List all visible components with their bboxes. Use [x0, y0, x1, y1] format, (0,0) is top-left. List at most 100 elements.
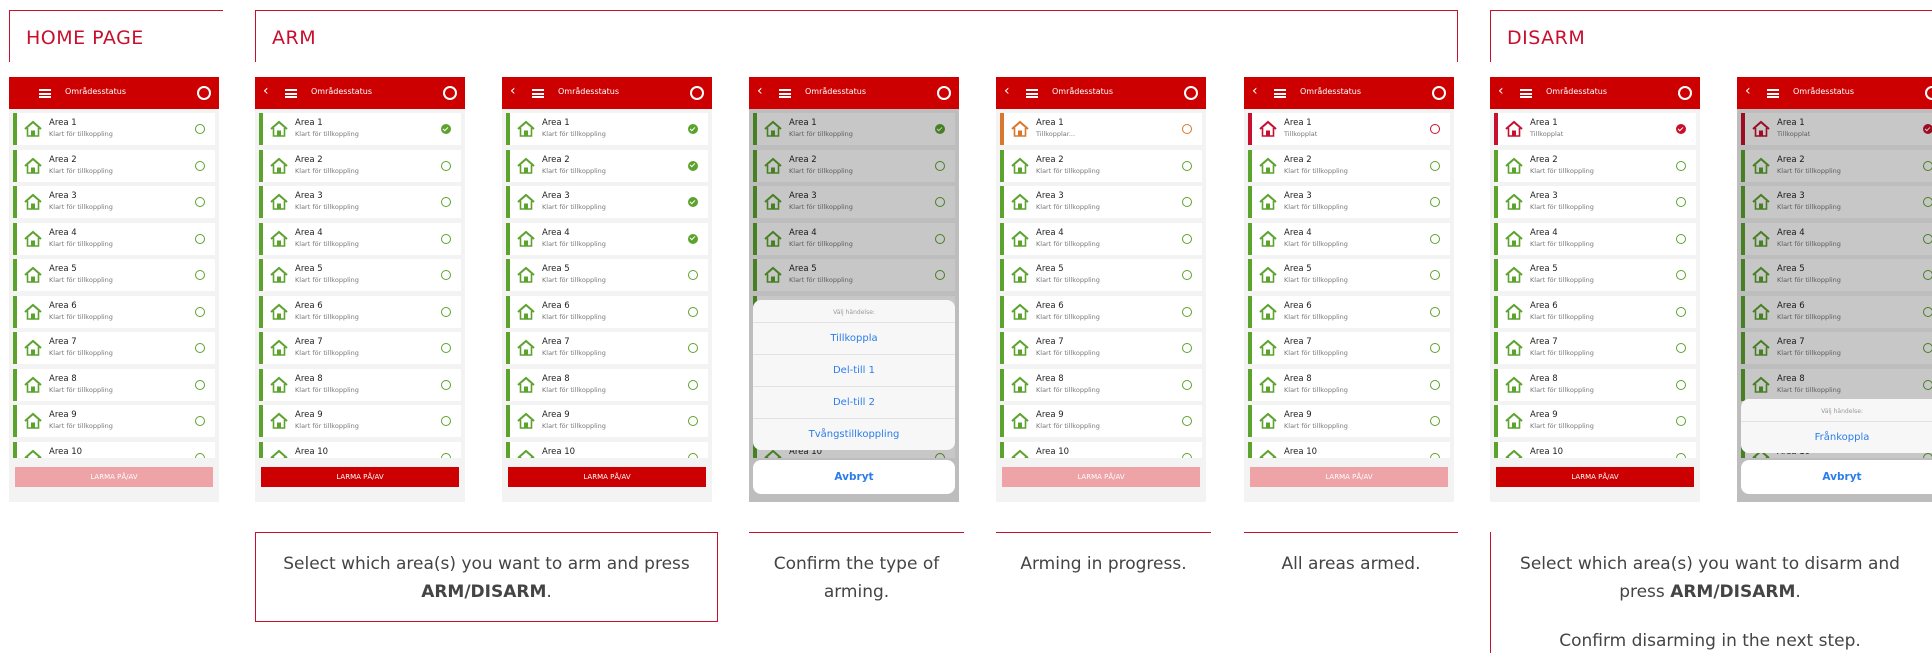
area-row[interactable]: Area 5 Klart för tillkoppling [1494, 259, 1696, 291]
area-row[interactable]: Area 3 Klart för tillkoppling [1248, 186, 1450, 218]
back-icon[interactable]: ‹ [1498, 83, 1504, 99]
area-select-indicator[interactable] [688, 233, 698, 244]
area-select-indicator[interactable] [688, 416, 698, 426]
area-row[interactable]: Area 8Klart för tillkoppling [1494, 368, 1696, 401]
area-select-indicator[interactable] [1676, 160, 1686, 171]
status-ring-icon[interactable] [1678, 86, 1692, 100]
area-select-indicator[interactable] [195, 343, 205, 353]
area-row[interactable]: Area 6Klart för tillkoppling [1248, 295, 1450, 328]
area-row[interactable]: Area 1 Klart för tillkoppling [13, 113, 215, 145]
area-row[interactable]: Area 8Klart för tillkoppling [1000, 368, 1202, 401]
area-row[interactable]: Area 3 Klart för tillkoppling [1494, 186, 1696, 218]
sheet-option[interactable]: Frånkoppla [1741, 421, 1932, 453]
area-select-indicator[interactable] [1430, 270, 1440, 280]
area-select-indicator[interactable] [1676, 270, 1686, 280]
status-ring-icon[interactable] [197, 86, 211, 100]
area-select-indicator[interactable] [441, 197, 451, 207]
area-select-indicator[interactable] [441, 160, 451, 171]
area-row[interactable]: Area 3 Klart för tillkoppling [1000, 186, 1202, 218]
area-row[interactable]: Area 10Klart för tillkoppling [1248, 441, 1450, 458]
back-icon[interactable]: ‹ [1745, 83, 1751, 99]
area-select-indicator[interactable] [441, 306, 451, 317]
back-icon[interactable]: ‹ [1252, 83, 1258, 99]
cancel-button[interactable]: Avbryt [1741, 460, 1932, 494]
area-row[interactable]: Area 6Klart för tillkoppling [259, 295, 461, 328]
area-row[interactable]: Area 10Klart för tillkoppling [506, 441, 708, 458]
area-select-indicator[interactable] [1182, 233, 1192, 244]
area-row[interactable]: Area 10Klart för tillkoppling [1000, 441, 1202, 458]
area-select-indicator[interactable] [1182, 416, 1192, 426]
area-select-indicator[interactable] [688, 306, 698, 317]
back-icon[interactable]: ‹ [510, 83, 516, 99]
menu-icon[interactable] [779, 89, 791, 98]
area-select-indicator[interactable] [441, 124, 451, 134]
area-select-indicator[interactable] [1182, 306, 1192, 317]
area-row[interactable]: Area 6Klart för tillkoppling [1494, 295, 1696, 328]
area-select-indicator[interactable] [1676, 124, 1686, 134]
area-select-indicator[interactable] [441, 379, 451, 390]
area-select-indicator[interactable] [195, 452, 205, 458]
area-select-indicator[interactable] [1430, 306, 1440, 317]
area-select-indicator[interactable] [1430, 379, 1440, 390]
area-row[interactable]: Area 9 Klart för tillkoppling [259, 405, 461, 437]
area-select-indicator[interactable] [1430, 197, 1440, 207]
area-row[interactable]: Area 8Klart för tillkoppling [13, 368, 215, 401]
area-row[interactable]: Area 1 Tillkopplar... [1000, 113, 1202, 145]
status-ring-icon[interactable] [443, 86, 457, 100]
area-select-indicator[interactable] [1430, 416, 1440, 426]
area-row[interactable]: Area 7 Klart för tillkoppling [259, 332, 461, 364]
area-row[interactable]: Area 10Klart för tillkoppling [13, 441, 215, 458]
area-select-indicator[interactable] [1430, 233, 1440, 244]
area-row[interactable]: Area 6Klart för tillkoppling [506, 295, 708, 328]
area-select-indicator[interactable] [441, 452, 451, 458]
area-row[interactable]: Area 9 Klart för tillkoppling [13, 405, 215, 437]
menu-icon[interactable] [285, 89, 297, 98]
area-row[interactable]: Area 8Klart för tillkoppling [506, 368, 708, 401]
area-row[interactable]: Area 1 Tillkopplat [1248, 113, 1450, 145]
area-select-indicator[interactable] [1676, 379, 1686, 390]
area-select-indicator[interactable] [1676, 343, 1686, 353]
sheet-option[interactable]: Tillkoppla [753, 322, 955, 354]
area-row[interactable]: Area 7 Klart för tillkoppling [1248, 332, 1450, 364]
back-icon[interactable]: ‹ [263, 83, 269, 99]
area-row[interactable]: Area 8Klart för tillkoppling [259, 368, 461, 401]
area-select-indicator[interactable] [441, 233, 451, 244]
status-ring-icon[interactable] [1184, 86, 1198, 100]
area-select-indicator[interactable] [441, 343, 451, 353]
area-row[interactable]: Area 4 Klart för tillkoppling [1248, 222, 1450, 255]
area-row[interactable]: Area 5 Klart för tillkoppling [13, 259, 215, 291]
area-row[interactable]: Area 4 Klart för tillkoppling [1000, 222, 1202, 255]
area-select-indicator[interactable] [1430, 452, 1440, 458]
area-select-indicator[interactable] [195, 306, 205, 317]
area-row[interactable]: Area 2 Klart för tillkoppling [1000, 149, 1202, 182]
area-select-indicator[interactable] [688, 379, 698, 390]
arm-disarm-button[interactable]: LARMA PÅ/AV [508, 467, 706, 487]
cancel-button[interactable]: Avbryt [753, 460, 955, 494]
area-row[interactable]: Area 9 Klart för tillkoppling [1000, 405, 1202, 437]
area-select-indicator[interactable] [195, 233, 205, 244]
area-row[interactable]: Area 9 Klart för tillkoppling [1494, 405, 1696, 437]
menu-icon[interactable] [1520, 89, 1532, 98]
area-row[interactable]: Area 2 Klart för tillkoppling [13, 149, 215, 182]
area-row[interactable]: Area 2 Klart för tillkoppling [1248, 149, 1450, 182]
area-select-indicator[interactable] [195, 270, 205, 280]
menu-icon[interactable] [1274, 89, 1286, 98]
menu-icon[interactable] [39, 89, 51, 98]
area-row[interactable]: Area 5 Klart för tillkoppling [1000, 259, 1202, 291]
arm-disarm-button[interactable]: LARMA PÅ/AV [261, 467, 459, 487]
area-select-indicator[interactable] [441, 270, 451, 280]
arm-disarm-button[interactable]: LARMA PÅ/AV [1002, 467, 1200, 487]
area-select-indicator[interactable] [1182, 160, 1192, 171]
area-select-indicator[interactable] [1676, 197, 1686, 207]
area-row[interactable]: Area 3 Klart för tillkoppling [506, 186, 708, 218]
area-select-indicator[interactable] [688, 124, 698, 134]
area-select-indicator[interactable] [195, 124, 205, 134]
area-select-indicator[interactable] [1182, 197, 1192, 207]
area-row[interactable]: Area 2 Klart för tillkoppling [1494, 149, 1696, 182]
area-select-indicator[interactable] [1430, 343, 1440, 353]
area-select-indicator[interactable] [1182, 343, 1192, 353]
area-row[interactable]: Area 10Klart för tillkoppling [1494, 441, 1696, 458]
area-select-indicator[interactable] [688, 343, 698, 353]
area-row[interactable]: Area 2 Klart för tillkoppling [259, 149, 461, 182]
area-select-indicator[interactable] [1430, 124, 1440, 134]
